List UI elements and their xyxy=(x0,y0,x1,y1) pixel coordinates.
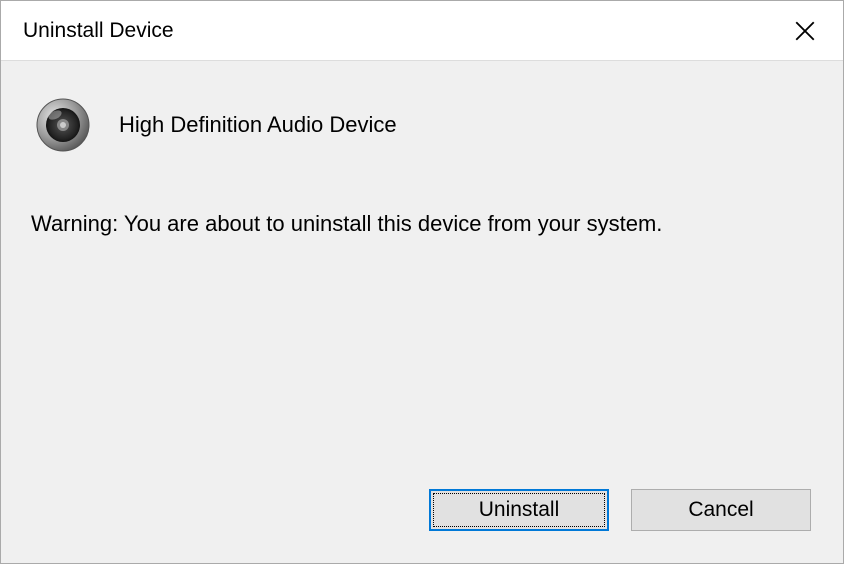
close-button[interactable] xyxy=(785,11,825,51)
warning-text: Warning: You are about to uninstall this… xyxy=(25,211,819,237)
speaker-icon xyxy=(35,97,91,153)
device-row: High Definition Audio Device xyxy=(25,97,819,153)
dialog-title: Uninstall Device xyxy=(23,19,174,43)
device-name: High Definition Audio Device xyxy=(119,112,397,138)
dialog-content: High Definition Audio Device Warning: Yo… xyxy=(1,61,843,563)
close-icon xyxy=(795,21,815,41)
titlebar: Uninstall Device xyxy=(1,1,843,61)
button-row: Uninstall Cancel xyxy=(25,489,819,539)
uninstall-button[interactable]: Uninstall xyxy=(429,489,609,531)
uninstall-device-dialog: Uninstall Device xyxy=(0,0,844,564)
cancel-button[interactable]: Cancel xyxy=(631,489,811,531)
